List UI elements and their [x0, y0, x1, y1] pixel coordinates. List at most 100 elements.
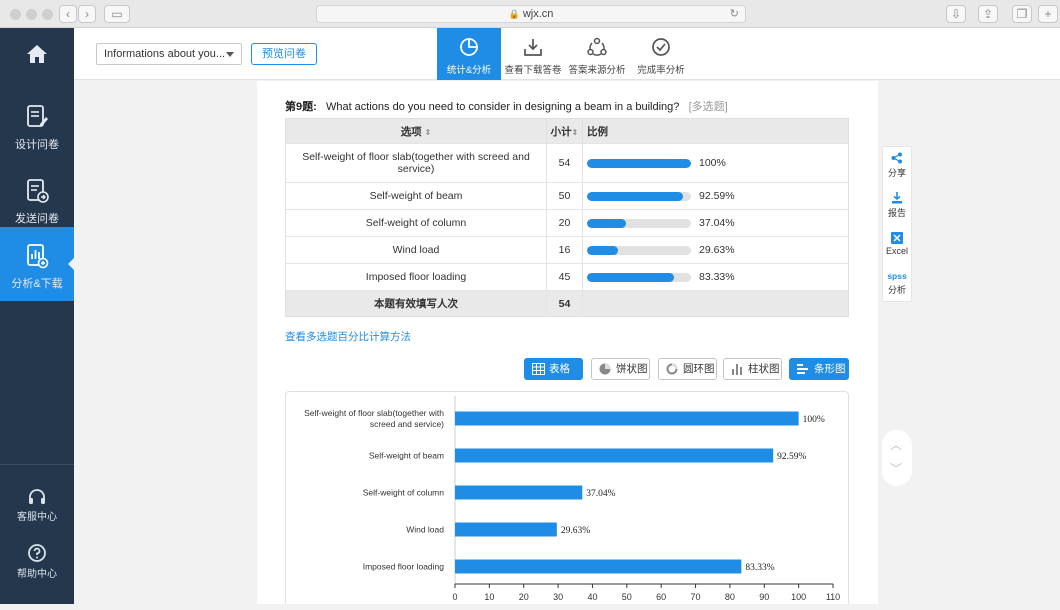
view-column-button[interactable]: 柱状图 — [723, 358, 782, 380]
excel-button[interactable]: Excel — [883, 232, 911, 256]
ratio-cell: 100% — [582, 143, 849, 183]
tab-label: 查看下载答卷 — [504, 65, 562, 76]
view-donut-button[interactable]: 圆环图 — [658, 358, 717, 380]
download-icon — [524, 39, 542, 56]
x-tick-label: 50 — [622, 592, 632, 602]
count-cell: 16 — [546, 236, 583, 264]
x-tick-label: 40 — [587, 592, 597, 602]
sidebar-bottom-label: 客服中心 — [17, 512, 57, 523]
category-label: Self-weight of beam — [369, 451, 444, 461]
category-label: screed and service) — [370, 419, 444, 429]
survey-select-value: Informations about you... — [104, 48, 226, 60]
progress-fill — [587, 245, 618, 255]
sidebar-item-send[interactable]: 发送问卷 — [0, 162, 74, 236]
sidebar-item-design[interactable]: 设计问卷 — [0, 88, 74, 162]
home-icon — [27, 45, 47, 63]
share-icon — [891, 152, 902, 164]
right-toolbar-label: 分享 — [887, 168, 906, 178]
question-number: 第9题: — [285, 101, 317, 113]
x-tick-label: 100 — [791, 592, 806, 602]
home-button[interactable] — [0, 28, 74, 80]
progress-bar — [587, 158, 691, 168]
source-icon — [587, 37, 607, 56]
share-button[interactable]: 分享 — [883, 152, 911, 179]
progress-fill — [587, 191, 684, 201]
column-header-option[interactable]: 选项 ⇕ — [285, 118, 547, 144]
total-value: 54 — [546, 290, 583, 317]
download-manager-icon[interactable]: ⇩ — [946, 5, 966, 23]
progress-bar — [587, 218, 691, 228]
tab-source[interactable]: 答案来源分析 — [565, 28, 629, 80]
tab-completion[interactable]: 完成率分析 — [629, 28, 693, 80]
ratio-cell: 83.33% — [582, 263, 849, 291]
column-chart-icon — [732, 364, 742, 375]
window-minimize-button[interactable] — [26, 9, 37, 20]
right-toolbar: 分享 报告 Excel spss 分析 — [882, 146, 912, 302]
count-cell: 20 — [546, 209, 583, 237]
lock-icon: 🔒 — [508, 9, 520, 19]
survey-select[interactable]: Informations about you... — [96, 43, 242, 65]
ratio-text: 29.63% — [699, 244, 735, 257]
total-label: 本题有效填写人次 — [285, 290, 547, 317]
x-tick-label: 0 — [452, 592, 457, 602]
category-label: Wind load — [406, 525, 444, 535]
scroll-up-icon[interactable]: ︿ — [890, 436, 902, 453]
ratio-text: 83.33% — [699, 271, 735, 284]
progress-fill — [587, 272, 674, 282]
report-button[interactable]: 报告 — [883, 192, 911, 219]
view-button-label: 饼状图 — [616, 363, 648, 375]
progress-bar — [587, 191, 691, 201]
new-tab-icon[interactable]: + — [1038, 5, 1058, 23]
forward-icon[interactable]: › — [78, 5, 96, 23]
option-cell: Self-weight of floor slab(together with … — [285, 143, 547, 183]
view-bar-button[interactable]: 条形图 — [789, 358, 849, 380]
window-zoom-button[interactable] — [42, 9, 53, 20]
option-cell: Self-weight of column — [285, 209, 547, 237]
data-label: 92.59% — [777, 452, 806, 462]
bar — [455, 559, 742, 574]
check-circle-icon — [652, 38, 670, 56]
x-tick-label: 90 — [759, 592, 769, 602]
sidebar-item-analysis[interactable]: 分析&下载 — [0, 227, 74, 301]
back-icon[interactable]: ‹ — [59, 5, 77, 23]
tabs-overview-icon[interactable]: ❐ — [1012, 5, 1032, 23]
column-header-ratio: 比例 — [582, 118, 849, 144]
sidebar-item-support[interactable]: 客服中心 — [0, 488, 74, 523]
bar — [455, 485, 583, 500]
calc-method-link[interactable]: 查看多选题百分比计算方法 — [285, 329, 411, 344]
window-close-button[interactable] — [10, 9, 21, 20]
sidebar-bottom-label: 帮助中心 — [17, 569, 57, 580]
chevron-down-icon — [226, 52, 234, 57]
category-label: Self-weight of floor slab(together with — [304, 408, 444, 418]
sidebar-item-label: 设计问卷 — [15, 139, 59, 151]
question-panel: 第9题: What actions do you need to conside… — [257, 81, 878, 604]
view-button-label: 柱状图 — [748, 363, 780, 375]
option-cell: Imposed floor loading — [285, 263, 547, 291]
data-label: 83.33% — [745, 563, 774, 573]
x-tick-label: 30 — [553, 592, 563, 602]
bar — [455, 411, 799, 426]
pie-icon — [599, 363, 611, 375]
sort-icon[interactable]: ⇕ — [572, 128, 579, 137]
preview-survey-button[interactable]: 预览问卷 — [251, 43, 317, 65]
tab-download[interactable]: 查看下载答卷 — [501, 28, 565, 80]
progress-fill — [587, 218, 626, 228]
address-bar[interactable]: 🔒 wjx.cn ↻ — [316, 5, 746, 23]
view-table-button[interactable]: 表格 — [524, 358, 583, 380]
column-header-count[interactable]: 小计⇕ — [546, 118, 583, 144]
donut-icon — [666, 363, 678, 375]
sidebar-item-help[interactable]: 帮助中心 — [0, 543, 74, 580]
ratio-cell: 37.04% — [582, 209, 849, 237]
sidebar-toggle-icon[interactable]: ▭ — [104, 5, 130, 23]
scroll-down-icon[interactable]: ﹀ — [890, 460, 902, 477]
ratio-text: 92.59% — [699, 190, 735, 203]
sort-icon[interactable]: ⇕ — [425, 128, 432, 137]
sidebar-item-label: 发送问卷 — [15, 213, 59, 225]
spss-button[interactable]: spss 分析 — [883, 271, 911, 296]
share-browser-icon[interactable]: ⇪ — [978, 5, 998, 23]
tab-statistics[interactable]: 统计&分析 — [437, 28, 501, 80]
design-icon — [27, 105, 48, 127]
view-pie-button[interactable]: 饼状图 — [591, 358, 650, 380]
table-icon — [532, 363, 545, 375]
reload-icon[interactable]: ↻ — [730, 6, 739, 22]
